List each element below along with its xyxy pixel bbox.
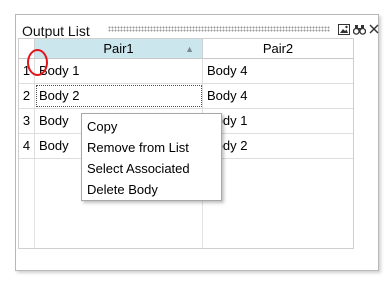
binoculars-icon[interactable] <box>352 24 367 36</box>
table-row[interactable]: 1 Body 1 Body 4 <box>19 59 353 84</box>
row-number: 3 <box>19 109 35 133</box>
annotation-circle <box>27 49 48 76</box>
menu-item-delete-body[interactable]: Delete Body <box>82 179 221 200</box>
column-header-pair1[interactable]: Pair1 ▲ <box>35 39 203 59</box>
column-header-label: Pair1 <box>103 41 134 56</box>
menu-item-select-associated[interactable]: Select Associated <box>82 158 221 179</box>
sort-ascending-icon: ▲ <box>185 44 194 54</box>
column-header-pair2[interactable]: Pair2 <box>203 39 353 59</box>
panel-title: Output List <box>22 23 90 39</box>
cell-pair1[interactable]: Body 1 <box>35 59 203 83</box>
cell-pair2[interactable]: Body 4 <box>203 84 353 108</box>
context-menu: Copy Remove from List Select Associated … <box>81 113 222 201</box>
drag-grip[interactable] <box>108 26 330 32</box>
cell-pair2[interactable]: Body 1 <box>203 109 353 133</box>
menu-item-copy[interactable]: Copy <box>82 116 221 137</box>
cell-pair2[interactable]: Body 2 <box>203 134 353 158</box>
cell-pair2[interactable]: Body 4 <box>203 59 353 83</box>
row-number: 4 <box>19 134 35 158</box>
close-icon[interactable] <box>368 24 380 36</box>
cell-pair1-focused[interactable]: Body 2 <box>35 84 203 108</box>
row-number: 2 <box>19 84 35 108</box>
image-icon[interactable] <box>338 24 350 36</box>
table-row[interactable]: 2 Body 2 Body 4 <box>19 84 353 109</box>
menu-item-remove-from-list[interactable]: Remove from List <box>82 137 221 158</box>
